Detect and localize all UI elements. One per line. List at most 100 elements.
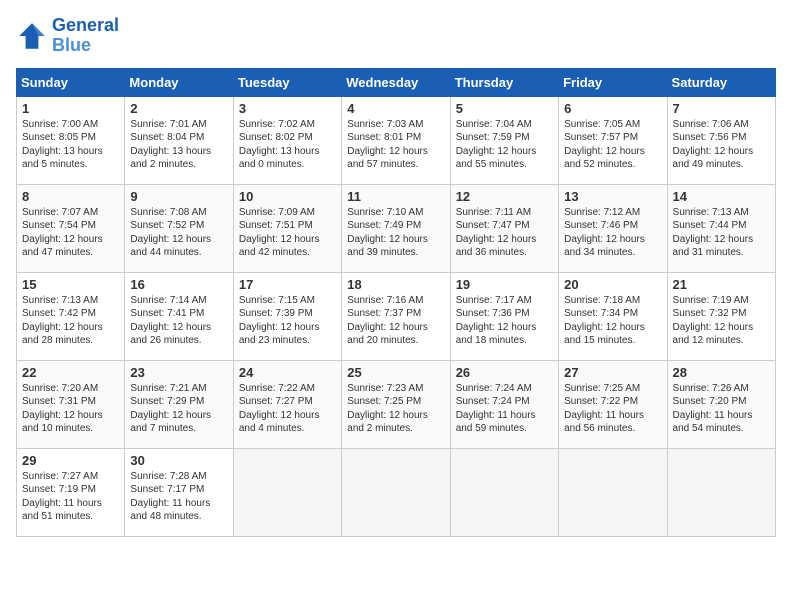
- daylight-minutes-text: and 0 minutes.: [239, 158, 336, 172]
- daylight-minutes-text: and 57 minutes.: [347, 158, 444, 172]
- calendar-week-row: 29Sunrise: 7:27 AMSunset: 7:19 PMDayligh…: [17, 448, 776, 536]
- calendar-cell: 1Sunrise: 7:00 AMSunset: 8:05 PMDaylight…: [17, 96, 125, 184]
- daylight-hours-text: Daylight: 12 hours: [239, 233, 336, 247]
- daylight-hours-text: Daylight: 12 hours: [673, 233, 770, 247]
- weekday-header: Saturday: [667, 68, 775, 96]
- day-number: 26: [456, 365, 553, 380]
- sunrise-text: Sunrise: 7:22 AM: [239, 382, 336, 396]
- sunrise-text: Sunrise: 7:20 AM: [22, 382, 119, 396]
- day-number: 13: [564, 189, 661, 204]
- calendar-cell: 15Sunrise: 7:13 AMSunset: 7:42 PMDayligh…: [17, 272, 125, 360]
- day-number: 19: [456, 277, 553, 292]
- calendar-cell: 23Sunrise: 7:21 AMSunset: 7:29 PMDayligh…: [125, 360, 233, 448]
- daylight-minutes-text: and 42 minutes.: [239, 246, 336, 260]
- calendar-cell: 14Sunrise: 7:13 AMSunset: 7:44 PMDayligh…: [667, 184, 775, 272]
- daylight-minutes-text: and 39 minutes.: [347, 246, 444, 260]
- daylight-hours-text: Daylight: 12 hours: [347, 321, 444, 335]
- calendar-cell: 26Sunrise: 7:24 AMSunset: 7:24 PMDayligh…: [450, 360, 558, 448]
- daylight-minutes-text: and 28 minutes.: [22, 334, 119, 348]
- daylight-minutes-text: and 31 minutes.: [673, 246, 770, 260]
- sunrise-text: Sunrise: 7:02 AM: [239, 118, 336, 132]
- sunrise-text: Sunrise: 7:15 AM: [239, 294, 336, 308]
- sunrise-text: Sunrise: 7:11 AM: [456, 206, 553, 220]
- calendar-cell: 19Sunrise: 7:17 AMSunset: 7:36 PMDayligh…: [450, 272, 558, 360]
- sunset-text: Sunset: 7:56 PM: [673, 131, 770, 145]
- logo-icon: [16, 20, 48, 52]
- sunrise-text: Sunrise: 7:06 AM: [673, 118, 770, 132]
- daylight-hours-text: Daylight: 11 hours: [22, 497, 119, 511]
- sunrise-text: Sunrise: 7:19 AM: [673, 294, 770, 308]
- day-number: 6: [564, 101, 661, 116]
- daylight-hours-text: Daylight: 11 hours: [673, 409, 770, 423]
- sunset-text: Sunset: 7:27 PM: [239, 395, 336, 409]
- day-number: 8: [22, 189, 119, 204]
- sunset-text: Sunset: 7:44 PM: [673, 219, 770, 233]
- sunset-text: Sunset: 7:25 PM: [347, 395, 444, 409]
- day-number: 27: [564, 365, 661, 380]
- daylight-hours-text: Daylight: 12 hours: [22, 321, 119, 335]
- calendar-cell: 16Sunrise: 7:14 AMSunset: 7:41 PMDayligh…: [125, 272, 233, 360]
- weekday-header: Monday: [125, 68, 233, 96]
- day-number: 3: [239, 101, 336, 116]
- sunset-text: Sunset: 7:24 PM: [456, 395, 553, 409]
- daylight-minutes-text: and 26 minutes.: [130, 334, 227, 348]
- calendar-header-row: SundayMondayTuesdayWednesdayThursdayFrid…: [17, 68, 776, 96]
- daylight-minutes-text: and 10 minutes.: [22, 422, 119, 436]
- calendar-week-row: 8Sunrise: 7:07 AMSunset: 7:54 PMDaylight…: [17, 184, 776, 272]
- sunset-text: Sunset: 7:39 PM: [239, 307, 336, 321]
- day-number: 11: [347, 189, 444, 204]
- sunrise-text: Sunrise: 7:03 AM: [347, 118, 444, 132]
- sunrise-text: Sunrise: 7:18 AM: [564, 294, 661, 308]
- sunrise-text: Sunrise: 7:28 AM: [130, 470, 227, 484]
- calendar-cell: [667, 448, 775, 536]
- sunrise-text: Sunrise: 7:05 AM: [564, 118, 661, 132]
- sunrise-text: Sunrise: 7:21 AM: [130, 382, 227, 396]
- calendar-cell: 5Sunrise: 7:04 AMSunset: 7:59 PMDaylight…: [450, 96, 558, 184]
- calendar-cell: [342, 448, 450, 536]
- sunrise-text: Sunrise: 7:08 AM: [130, 206, 227, 220]
- day-number: 17: [239, 277, 336, 292]
- daylight-minutes-text: and 49 minutes.: [673, 158, 770, 172]
- calendar-cell: [450, 448, 558, 536]
- weekday-header: Wednesday: [342, 68, 450, 96]
- sunrise-text: Sunrise: 7:17 AM: [456, 294, 553, 308]
- daylight-hours-text: Daylight: 12 hours: [564, 233, 661, 247]
- weekday-header: Friday: [559, 68, 667, 96]
- daylight-minutes-text: and 54 minutes.: [673, 422, 770, 436]
- sunset-text: Sunset: 7:54 PM: [22, 219, 119, 233]
- daylight-hours-text: Daylight: 12 hours: [564, 145, 661, 159]
- day-number: 28: [673, 365, 770, 380]
- daylight-hours-text: Daylight: 12 hours: [347, 145, 444, 159]
- calendar-cell: 9Sunrise: 7:08 AMSunset: 7:52 PMDaylight…: [125, 184, 233, 272]
- daylight-hours-text: Daylight: 12 hours: [347, 233, 444, 247]
- logo-text: General Blue: [52, 16, 119, 56]
- day-number: 24: [239, 365, 336, 380]
- calendar-week-row: 1Sunrise: 7:00 AMSunset: 8:05 PMDaylight…: [17, 96, 776, 184]
- weekday-header: Tuesday: [233, 68, 341, 96]
- sunset-text: Sunset: 7:41 PM: [130, 307, 227, 321]
- daylight-minutes-text: and 56 minutes.: [564, 422, 661, 436]
- calendar-cell: 12Sunrise: 7:11 AMSunset: 7:47 PMDayligh…: [450, 184, 558, 272]
- calendar-cell: [559, 448, 667, 536]
- daylight-hours-text: Daylight: 12 hours: [22, 233, 119, 247]
- day-number: 23: [130, 365, 227, 380]
- daylight-minutes-text: and 47 minutes.: [22, 246, 119, 260]
- daylight-hours-text: Daylight: 12 hours: [564, 321, 661, 335]
- daylight-hours-text: Daylight: 12 hours: [347, 409, 444, 423]
- sunrise-text: Sunrise: 7:01 AM: [130, 118, 227, 132]
- sunrise-text: Sunrise: 7:25 AM: [564, 382, 661, 396]
- sunrise-text: Sunrise: 7:00 AM: [22, 118, 119, 132]
- day-number: 5: [456, 101, 553, 116]
- daylight-minutes-text: and 7 minutes.: [130, 422, 227, 436]
- sunset-text: Sunset: 7:17 PM: [130, 483, 227, 497]
- sunset-text: Sunset: 7:20 PM: [673, 395, 770, 409]
- calendar-cell: 24Sunrise: 7:22 AMSunset: 7:27 PMDayligh…: [233, 360, 341, 448]
- weekday-header: Thursday: [450, 68, 558, 96]
- sunrise-text: Sunrise: 7:07 AM: [22, 206, 119, 220]
- calendar-cell: 17Sunrise: 7:15 AMSunset: 7:39 PMDayligh…: [233, 272, 341, 360]
- day-number: 30: [130, 453, 227, 468]
- calendar-cell: 3Sunrise: 7:02 AMSunset: 8:02 PMDaylight…: [233, 96, 341, 184]
- daylight-minutes-text: and 44 minutes.: [130, 246, 227, 260]
- daylight-hours-text: Daylight: 13 hours: [239, 145, 336, 159]
- daylight-minutes-text: and 12 minutes.: [673, 334, 770, 348]
